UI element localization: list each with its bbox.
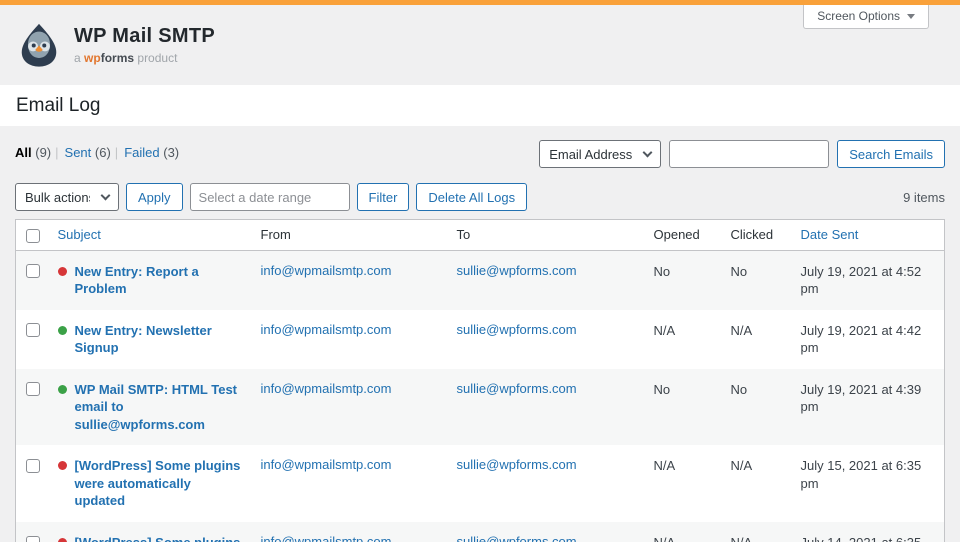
view-filter-label: Failed <box>124 145 159 160</box>
date-sent-value: July 19, 2021 at 4:52 pm <box>801 264 922 297</box>
screen-options-label: Screen Options <box>817 9 900 23</box>
table-row: New Entry: Report a Problem info@wpmailsm… <box>16 250 945 310</box>
delete-all-logs-button[interactable]: Delete All Logs <box>416 183 527 211</box>
view-filter-label: All <box>15 145 32 160</box>
email-subject-link[interactable]: WP Mail SMTP: HTML Test email to sullie@… <box>75 381 241 434</box>
email-log-table: Subject FromToOpenedClicked Date Sent New … <box>15 219 945 542</box>
row-checkbox[interactable] <box>26 536 40 542</box>
apply-button[interactable]: Apply <box>126 183 183 211</box>
row-checkbox[interactable] <box>26 323 40 337</box>
column-header-date-sent: Date Sent <box>791 220 945 251</box>
view-filter-count: (3) <box>163 145 179 160</box>
to-email-link[interactable]: sullie@wpforms.com <box>457 457 577 472</box>
view-filter-count: (9) <box>35 145 51 160</box>
email-subject-link[interactable]: New Entry: Report a Problem <box>75 263 241 298</box>
brand-text: WP Mail SMTP a wpforms product <box>74 25 215 65</box>
table-row: New Entry: Newsletter Signup info@wpmails… <box>16 310 945 369</box>
clicked-value: No <box>731 264 748 279</box>
to-email-link[interactable]: sullie@wpforms.com <box>457 263 577 278</box>
date-sent-value: July 15, 2021 at 6:35 pm <box>801 458 922 491</box>
status-sent-dot-icon <box>58 326 67 335</box>
date-sent-value: July 14, 2021 at 6:35 pm <box>801 535 922 542</box>
app-title: WP Mail SMTP <box>74 25 215 48</box>
search-box: Email Addresses Search Emails <box>539 140 945 168</box>
column-header-subject: Subject <box>48 220 251 251</box>
email-log-content: All (9) Sent (6) Failed (3) Email Addresse… <box>0 126 960 542</box>
status-failed-dot-icon <box>58 461 67 470</box>
status-failed-dot-icon <box>58 267 67 276</box>
view-filter-label: Sent <box>65 145 92 160</box>
view-filter-count: (6) <box>95 145 111 160</box>
to-email-link[interactable]: sullie@wpforms.com <box>457 381 577 396</box>
to-email-link[interactable]: sullie@wpforms.com <box>457 534 577 542</box>
email-addresses-select[interactable]: Email Addresses <box>539 140 661 168</box>
table-row: WP Mail SMTP: HTML Test email to sullie@… <box>16 369 945 446</box>
to-email-link[interactable]: sullie@wpforms.com <box>457 322 577 337</box>
date-sent-value: July 19, 2021 at 4:39 pm <box>801 382 922 415</box>
table-row: [WordPress] Some plugins were automatica… <box>16 522 945 542</box>
from-email-link[interactable]: info@wpmailsmtp.com <box>261 322 392 337</box>
page-title-bar: Email Log <box>0 85 960 126</box>
view-filter-all[interactable]: All (9) <box>15 145 51 160</box>
opened-value: N/A <box>654 458 676 473</box>
bulk-actions-select[interactable]: Bulk actions <box>15 183 119 211</box>
from-email-link[interactable]: info@wpmailsmtp.com <box>261 381 392 396</box>
column-header-from: From <box>251 220 447 251</box>
date-sent-value: July 19, 2021 at 4:42 pm <box>801 323 922 356</box>
wpforms-wordmark-forms: forms <box>101 51 134 65</box>
screen-options-button[interactable]: Screen Options <box>803 5 929 29</box>
column-header-clicked: Clicked <box>721 220 791 251</box>
search-emails-button[interactable]: Search Emails <box>837 140 945 168</box>
caret-down-icon <box>907 14 915 19</box>
status-failed-dot-icon <box>58 538 67 542</box>
wpforms-wordmark-wp: wp <box>84 51 101 65</box>
opened-value: No <box>654 382 671 397</box>
clicked-value: N/A <box>731 535 753 542</box>
opened-value: N/A <box>654 535 676 542</box>
row-checkbox[interactable] <box>26 459 40 473</box>
tagline-suffix: product <box>137 51 177 65</box>
view-filter-failed[interactable]: Failed (3) <box>124 145 179 160</box>
brand-tagline: a wpforms product <box>74 51 215 65</box>
table-nav: Bulk actions Apply Filter Delete All Log… <box>15 182 945 212</box>
row-checkbox[interactable] <box>26 382 40 396</box>
opened-value: No <box>654 264 671 279</box>
clicked-value: N/A <box>731 323 753 338</box>
search-input[interactable] <box>669 140 829 168</box>
page-title: Email Log <box>16 95 944 117</box>
opened-value: N/A <box>654 323 676 338</box>
view-filter-sent[interactable]: Sent (6) <box>65 145 111 160</box>
email-subject-link[interactable]: [WordPress] Some plugins were automatica… <box>75 534 241 542</box>
sort-link-subject[interactable]: Subject <box>58 227 101 242</box>
clicked-value: No <box>731 382 748 397</box>
date-range-input[interactable] <box>190 183 350 211</box>
row-checkbox[interactable] <box>26 264 40 278</box>
email-subject-link[interactable]: [WordPress] Some plugins were automatica… <box>75 457 241 510</box>
table-row: [WordPress] Some plugins were automatica… <box>16 445 945 522</box>
from-email-link[interactable]: info@wpmailsmtp.com <box>261 457 392 472</box>
column-header-opened: Opened <box>644 220 721 251</box>
clicked-value: N/A <box>731 458 753 473</box>
from-email-link[interactable]: info@wpmailsmtp.com <box>261 534 392 542</box>
email-subject-link[interactable]: New Entry: Newsletter Signup <box>75 322 241 357</box>
column-header-to: To <box>447 220 644 251</box>
from-email-link[interactable]: info@wpmailsmtp.com <box>261 263 392 278</box>
sort-link-date-sent[interactable]: Date Sent <box>801 227 859 242</box>
table-header-row: Subject FromToOpenedClicked Date Sent <box>16 220 945 251</box>
tagline-prefix: a <box>74 51 81 65</box>
items-count: 9 items <box>903 190 945 205</box>
filter-button[interactable]: Filter <box>357 183 410 211</box>
status-sent-dot-icon <box>58 385 67 394</box>
wp-mail-smtp-pigeon-logo-icon <box>16 22 62 68</box>
select-all-checkbox[interactable] <box>26 229 40 243</box>
